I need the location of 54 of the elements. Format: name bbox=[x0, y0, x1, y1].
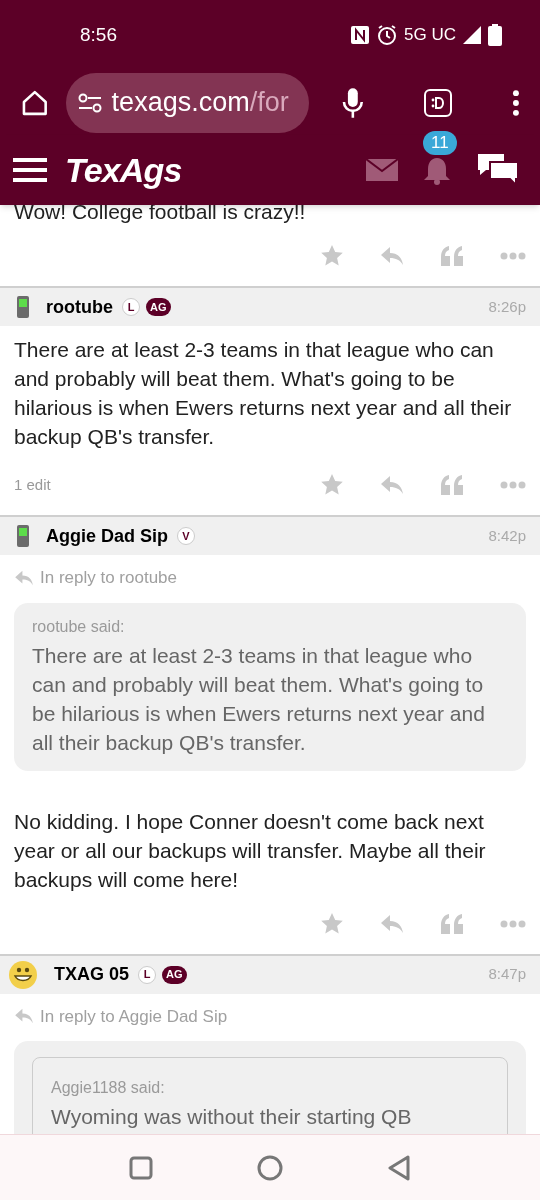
extension-button[interactable] bbox=[424, 88, 453, 117]
smile-face-icon bbox=[431, 96, 446, 109]
microphone-icon[interactable] bbox=[340, 86, 365, 119]
user-badge: L bbox=[138, 965, 157, 984]
battery-icon bbox=[488, 24, 502, 46]
tune-icon bbox=[77, 92, 102, 113]
reply-icon[interactable] bbox=[380, 246, 404, 266]
post-time: 8:42p bbox=[488, 525, 526, 546]
post-text: No kidding. I hope Conner doesn't come back next year or all our backups will transfer. Maybe all their backups will come here! bbox=[13, 808, 487, 893]
post-text: There are at least 2-3 teams in that league who can and probably will beat them. What's going to be hilarious is when Ewers returns next year and all their backup QB's transfer. bbox=[13, 337, 513, 450]
ellipsis-icon[interactable] bbox=[500, 481, 526, 489]
url-text: texags.com/for bbox=[111, 86, 289, 120]
reply-icon[interactable] bbox=[380, 475, 404, 495]
quote-text: There are at least 2-3 teams in that league who can and probably will beat them. What's going to be hilarious is when Ewers returns next year and all their backup QB's transfer. bbox=[32, 642, 486, 756]
bell-icon[interactable] bbox=[422, 155, 452, 185]
clock-text: 8:56 bbox=[80, 22, 117, 47]
post-time: 8:26p bbox=[488, 296, 526, 317]
star-icon[interactable] bbox=[320, 244, 344, 268]
quote-author: Aggie1188 said: bbox=[51, 1078, 166, 1098]
back-icon[interactable] bbox=[387, 1154, 411, 1181]
more-icon[interactable] bbox=[512, 89, 520, 116]
username[interactable]: Aggie Dad Sip bbox=[46, 522, 168, 550]
reply-icon bbox=[14, 1008, 34, 1025]
network-text: 5G UC bbox=[404, 24, 456, 47]
username[interactable]: rootube bbox=[46, 293, 113, 321]
user-badge: V bbox=[177, 527, 195, 545]
ellipsis-icon[interactable] bbox=[500, 252, 526, 260]
mail-icon[interactable] bbox=[366, 159, 398, 181]
notification-badge: 11 bbox=[423, 131, 457, 155]
quote-author: rootube said: bbox=[32, 616, 126, 637]
site-logo[interactable]: TexAgs bbox=[65, 144, 182, 196]
user-badge: AG bbox=[162, 965, 187, 984]
smiley-icon bbox=[8, 959, 38, 990]
menu-icon[interactable] bbox=[13, 157, 47, 183]
nfc-icon bbox=[350, 25, 371, 45]
reply-icon bbox=[14, 569, 34, 586]
quote-icon[interactable] bbox=[440, 475, 464, 495]
address-bar[interactable]: texags.com/for bbox=[65, 72, 309, 133]
post-time: 8:47p bbox=[488, 964, 526, 985]
reply-icon[interactable] bbox=[380, 913, 404, 934]
quote-icon[interactable] bbox=[440, 913, 464, 934]
recents-icon[interactable] bbox=[129, 1155, 153, 1180]
phone-icon bbox=[16, 295, 30, 319]
username[interactable]: TXAG 05 bbox=[54, 961, 130, 988]
star-icon[interactable] bbox=[320, 911, 344, 936]
user-badge: AG bbox=[146, 298, 171, 316]
ellipsis-icon[interactable] bbox=[500, 919, 526, 928]
phone-icon bbox=[16, 524, 30, 548]
star-icon[interactable] bbox=[320, 473, 344, 497]
signal-icon bbox=[462, 25, 482, 45]
alarm-icon bbox=[376, 24, 399, 46]
user-badge: L bbox=[122, 298, 140, 316]
quote-icon[interactable] bbox=[440, 246, 464, 266]
quote-text: Wyoming was without their starting QB bbox=[51, 1104, 413, 1130]
